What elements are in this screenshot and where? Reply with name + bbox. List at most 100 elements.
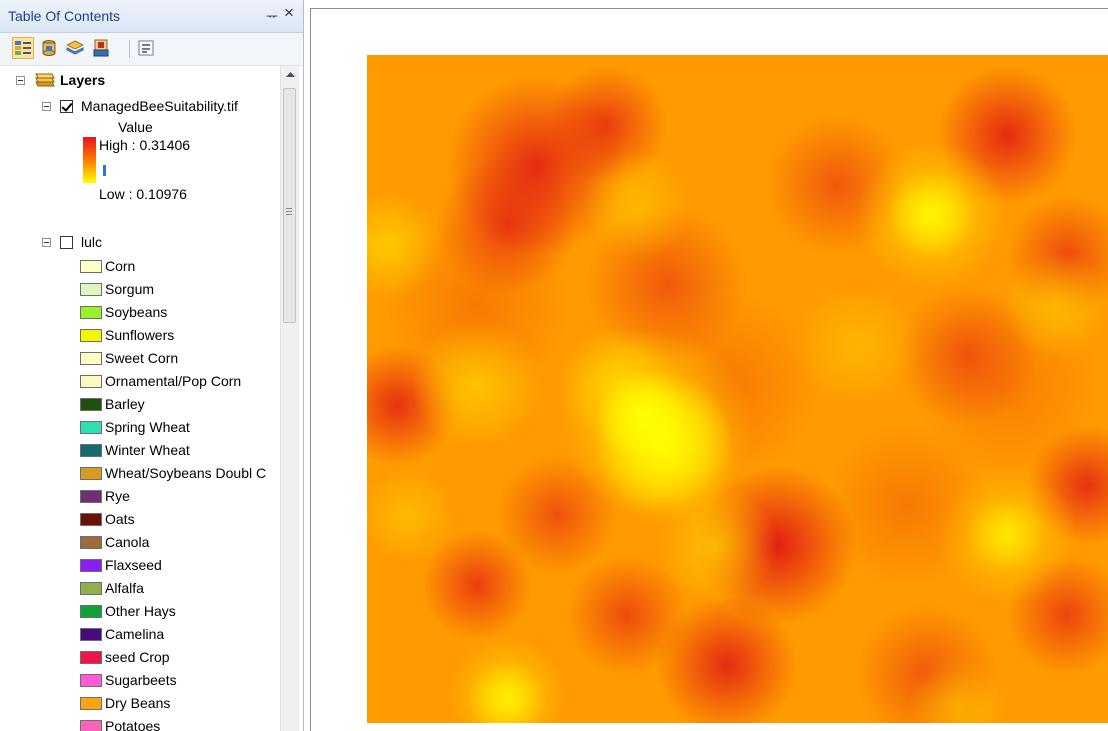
legend-swatch (80, 489, 102, 503)
options-button[interactable] (135, 37, 157, 59)
legend-class-label: Sugarbeets (105, 672, 177, 688)
list-by-visibility-button[interactable] (64, 37, 86, 59)
layers-root-label: Layers (60, 72, 106, 88)
list-by-source-button[interactable] (38, 37, 60, 59)
collapse-toggle-icon[interactable] (42, 101, 51, 111)
options-icon (138, 40, 154, 56)
legend-class-row[interactable]: Oats (80, 508, 135, 530)
legend-swatch (80, 259, 102, 273)
layer-visibility-checkbox[interactable] (60, 99, 73, 113)
legend-class-row[interactable]: Ornamental/Pop Corn (80, 370, 241, 392)
toc-title: Table Of Contents (8, 8, 121, 24)
scroll-up-arrow-icon[interactable] (281, 66, 299, 84)
color-ramp (83, 137, 96, 183)
legend-class-row[interactable]: Potatoes (80, 715, 160, 731)
ramp-low-label: Low : 0.10976 (99, 185, 187, 203)
legend-class-label: Canola (105, 534, 150, 550)
legend-class-label: Oats (105, 511, 135, 527)
legend-class-row[interactable]: Other Hays (80, 600, 176, 622)
list-by-drawing-order-icon (15, 41, 31, 55)
collapse-toggle-icon[interactable] (16, 75, 25, 85)
collapse-toggle-icon[interactable] (42, 237, 51, 247)
legend-class-label: Corn (105, 258, 136, 274)
legend-swatch (80, 443, 102, 457)
legend-class-label: Other Hays (105, 603, 176, 619)
legend-class-row[interactable]: Sweet Corn (80, 347, 178, 369)
legend-swatch (80, 650, 102, 664)
legend-swatch (80, 696, 102, 710)
toc-scrollbar[interactable] (280, 66, 299, 731)
raster-field-label: Value (118, 118, 153, 136)
legend-class-row[interactable]: Canola (80, 531, 149, 553)
toc-title-bar: Table Of Contents ᅲ × (0, 0, 303, 33)
legend-class-label: Alfalfa (105, 580, 144, 596)
legend-class-label: Barley (105, 396, 145, 412)
legend-class-row[interactable]: Wheat/Soybeans Doubl C (80, 462, 266, 484)
layer-name: lulc (81, 234, 103, 250)
text-cursor (103, 165, 106, 176)
legend-swatch (80, 512, 102, 526)
high-value: High : 0.31406 (99, 137, 191, 153)
legend-swatch (80, 581, 102, 595)
layer-lulc[interactable]: lulc (42, 232, 102, 252)
close-icon[interactable]: × (284, 3, 294, 23)
low-value: Low : 0.10976 (99, 186, 187, 202)
list-by-drawing-order-button[interactable] (12, 37, 34, 59)
suitability-raster[interactable] (367, 55, 1108, 723)
legend-class-row[interactable]: Flaxseed (80, 554, 162, 576)
ramp-high-label: High : 0.31406 (99, 136, 190, 154)
legend-class-row[interactable]: Sugarbeets (80, 669, 177, 691)
pin-icon[interactable]: ᅲ (266, 6, 278, 25)
legend-swatch (80, 673, 102, 687)
table-of-contents-panel: Table Of Contents ᅲ × Layers ManagedBeeS… (0, 0, 304, 731)
legend-class-row[interactable]: Winter Wheat (80, 439, 190, 461)
legend-class-label: Dry Beans (105, 695, 171, 711)
map-view[interactable] (310, 8, 1108, 731)
legend-class-label: seed Crop (105, 649, 170, 665)
legend-class-label: Camelina (105, 626, 165, 642)
layer-tree: Layers ManagedBeeSuitability.tif Value H… (0, 66, 280, 731)
toolbar-separator (129, 40, 130, 58)
legend-swatch (80, 719, 102, 731)
legend-class-label: Sweet Corn (105, 350, 179, 366)
legend-swatch (80, 328, 102, 342)
legend-class-label: Sorgum (105, 281, 155, 297)
legend-class-row[interactable]: Alfalfa (80, 577, 144, 599)
legend-swatch (80, 282, 102, 296)
legend-swatch (80, 466, 102, 480)
legend-class-label: Rye (105, 488, 130, 504)
legend-class-row[interactable]: Soybeans (80, 301, 167, 323)
list-by-selection-button[interactable] (90, 37, 112, 59)
list-by-selection-icon (93, 39, 109, 57)
legend-class-label: Sunflowers (105, 327, 175, 343)
list-by-visibility-icon (66, 40, 84, 55)
toc-toolbar (0, 33, 303, 66)
legend-class-label: Ornamental/Pop Corn (105, 373, 242, 389)
legend-class-label: Flaxseed (105, 557, 162, 573)
legend-class-row[interactable]: Sorgum (80, 278, 154, 300)
layer-visibility-checkbox[interactable] (60, 235, 73, 249)
legend-swatch (80, 374, 102, 388)
legend-class-row[interactable]: Rye (80, 485, 130, 507)
legend-class-row[interactable]: seed Crop (80, 646, 170, 668)
legend-swatch (80, 351, 102, 365)
layers-root[interactable]: Layers (16, 70, 105, 90)
legend-swatch (80, 305, 102, 319)
legend-class-row[interactable]: Barley (80, 393, 145, 415)
layer-managedbeesuitability[interactable]: ManagedBeeSuitability.tif (42, 96, 238, 116)
legend-class-row[interactable]: Camelina (80, 623, 164, 645)
legend-class-label: Potatoes (105, 718, 161, 731)
legend-swatch (80, 558, 102, 572)
layers-stack-icon (35, 73, 55, 87)
legend-swatch (80, 604, 102, 618)
layer-name: ManagedBeeSuitability.tif (81, 98, 238, 114)
field-name: Value (118, 119, 153, 135)
legend-swatch (80, 535, 102, 549)
legend-class-row[interactable]: Dry Beans (80, 692, 170, 714)
legend-class-label: Soybeans (105, 304, 168, 320)
legend-class-row[interactable]: Corn (80, 255, 135, 277)
legend-class-row[interactable]: Sunflowers (80, 324, 174, 346)
legend-class-label: Wheat/Soybeans Doubl C (105, 465, 267, 481)
legend-class-row[interactable]: Spring Wheat (80, 416, 190, 438)
list-by-source-icon (42, 40, 56, 56)
